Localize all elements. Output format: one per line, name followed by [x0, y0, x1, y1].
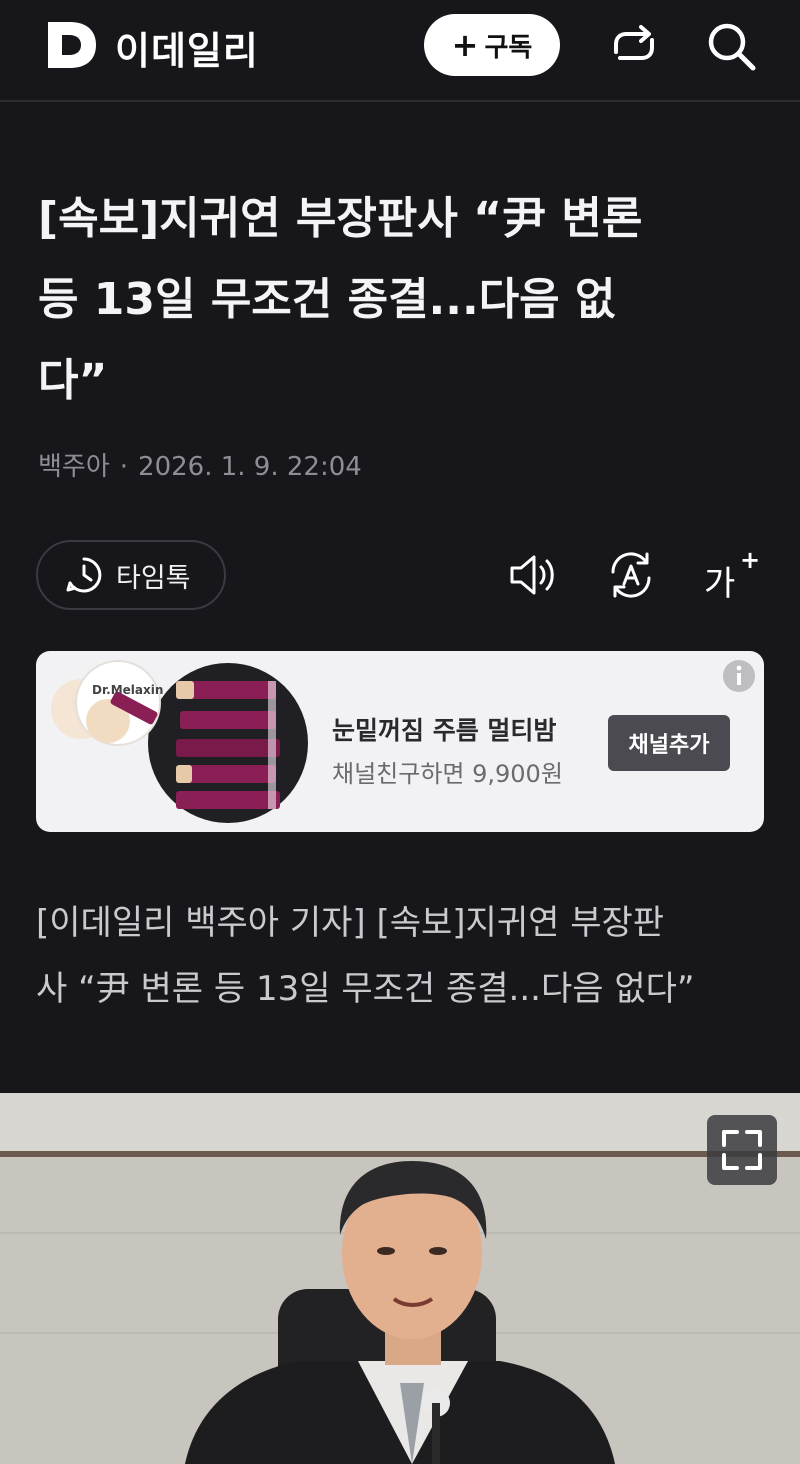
- ad-subtitle: 채널친구하면 9,900원: [332, 760, 563, 788]
- speaker-icon[interactable]: [506, 548, 560, 602]
- top-header: 이데일리 + 구독: [0, 0, 800, 102]
- product-image: [51, 660, 308, 823]
- article-byline: 백주아 · 2026. 1. 9. 22:04: [38, 446, 362, 483]
- headline-line: [속보]지귀연 부장판사 “尹 변론: [38, 193, 643, 244]
- edaily-logo-icon[interactable]: [44, 18, 100, 72]
- subscribe-button[interactable]: + 구독: [424, 14, 560, 76]
- auto-translate-icon[interactable]: [604, 548, 658, 602]
- ad-banner[interactable]: Dr.Melaxin 눈밑꺼짐 주름 멀티밤 채널친구하면 9,900원 채널추…: [36, 651, 764, 832]
- brand-name[interactable]: 이데일리: [115, 20, 259, 75]
- author-name[interactable]: 백주아: [38, 452, 110, 482]
- clock-icon: [66, 557, 102, 593]
- article-lead: [이데일리 백주아 기자] [속보]지귀연 부장판 사 “尹 변론 등 13일 …: [36, 890, 766, 1022]
- article-photo[interactable]: [0, 1093, 800, 1464]
- info-icon[interactable]: [722, 659, 756, 693]
- plus-icon: +: [740, 546, 761, 574]
- plus-icon: +: [451, 26, 479, 64]
- timetalk-button[interactable]: 타임톡: [36, 540, 226, 610]
- add-channel-button[interactable]: 채널추가: [608, 715, 730, 771]
- article-headline: [속보]지귀연 부장판사 “尹 변론 등 13일 무조건 종결...다음 없 다…: [38, 178, 768, 421]
- subscribe-label: 구독: [484, 32, 533, 63]
- ad-brand-logo: Dr.Melaxin: [92, 683, 164, 697]
- fullscreen-button[interactable]: [707, 1115, 777, 1185]
- font-size-label: 가: [704, 564, 736, 604]
- font-size-button[interactable]: 가 +: [704, 546, 764, 604]
- ad-title: 눈밑꺼짐 주름 멀티밤: [332, 716, 557, 745]
- headline-line: 다”: [38, 355, 108, 406]
- publish-datetime: 2026. 1. 9. 22:04: [138, 452, 362, 482]
- judge-photo: [0, 1093, 800, 1464]
- lead-line: [이데일리 백주아 기자] [속보]지귀연 부장판: [36, 903, 665, 943]
- lead-line: 사 “尹 변론 등 13일 무조건 종결...다음 없다”: [36, 969, 695, 1009]
- share-icon[interactable]: [606, 18, 662, 74]
- expand-icon: [722, 1130, 762, 1170]
- byline-separator: ·: [119, 452, 129, 482]
- search-icon[interactable]: [703, 18, 759, 74]
- timetalk-label: 타임톡: [116, 562, 191, 594]
- headline-line: 등 13일 무조건 종결...다음 없: [38, 274, 616, 325]
